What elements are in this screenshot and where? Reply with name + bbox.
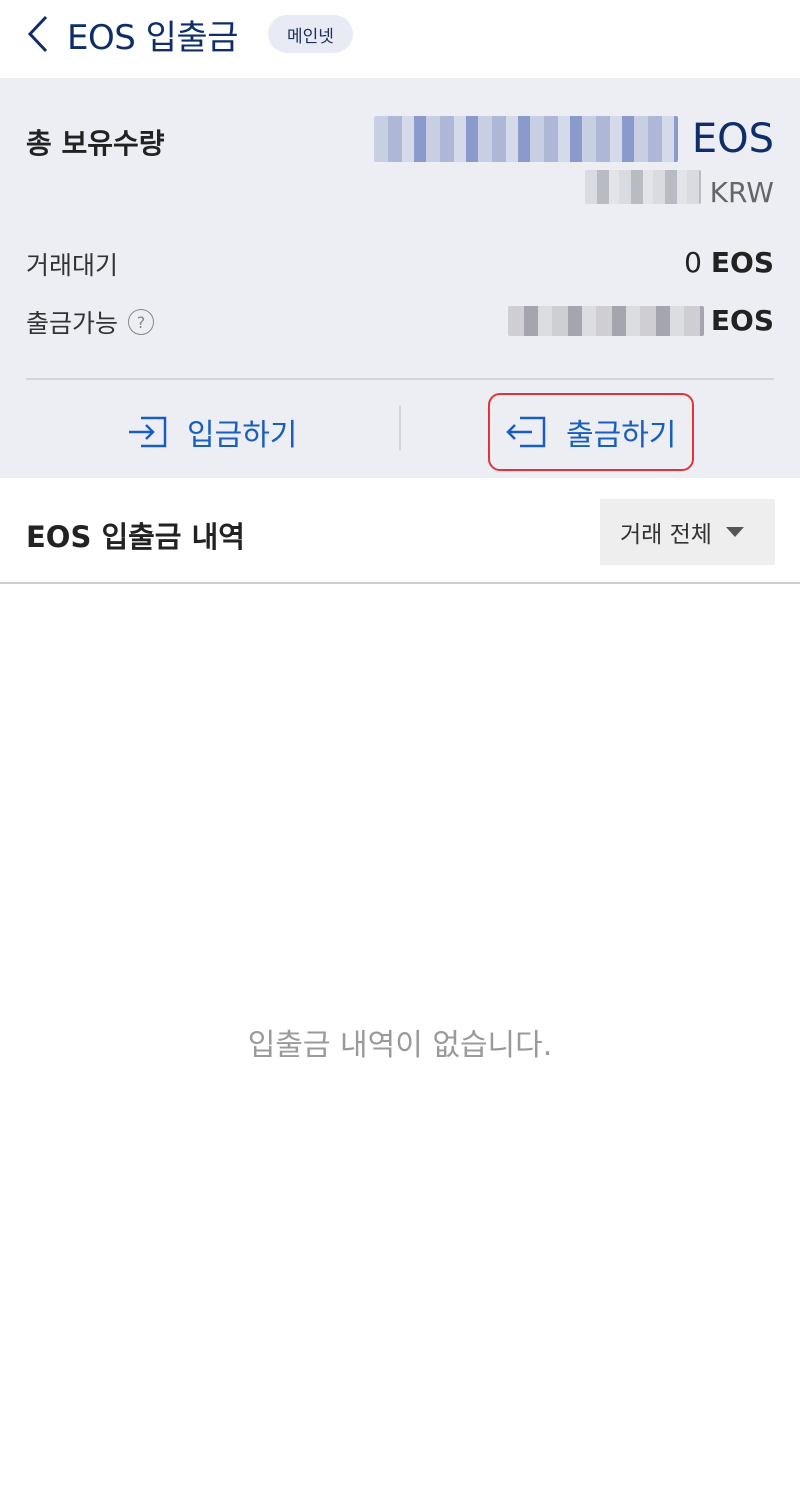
app-header: EOS 입출금 메인넷 xyxy=(0,0,800,78)
transaction-filter-dropdown[interactable]: 거래 전체 xyxy=(600,499,775,565)
pending-amount: 0 xyxy=(684,246,702,279)
chevron-left-icon xyxy=(27,15,48,53)
withdraw-button[interactable]: 출금하기 xyxy=(488,393,694,471)
pending-label: 거래대기 xyxy=(26,251,119,280)
withdraw-label: 출금하기 xyxy=(566,418,677,453)
pending-value: 0 EOS xyxy=(684,246,774,279)
krw-value-redacted xyxy=(585,170,701,204)
available-unit: EOS xyxy=(710,304,774,337)
filter-label: 거래 전체 xyxy=(620,522,712,548)
back-button[interactable] xyxy=(18,12,58,56)
caret-down-icon xyxy=(725,527,744,537)
action-divider xyxy=(399,406,401,450)
available-label: 출금가능 xyxy=(26,309,119,338)
pending-unit: EOS xyxy=(710,246,774,279)
total-balance-unit: EOS xyxy=(691,116,774,162)
balance-summary: 총 보유수량 EOS KRW 거래대기 0 EOS 출금가능 ? EOS 입금하… xyxy=(0,78,800,478)
total-balance-redacted xyxy=(374,116,678,162)
deposit-button[interactable]: 입금하기 xyxy=(127,396,297,468)
help-icon[interactable]: ? xyxy=(128,309,155,335)
withdraw-icon xyxy=(506,416,546,448)
network-badge: 메인넷 xyxy=(268,15,353,53)
deposit-icon xyxy=(129,416,167,448)
summary-divider xyxy=(26,378,774,380)
krw-unit: KRW xyxy=(709,176,774,209)
available-row: 출금가능 ? xyxy=(26,304,155,340)
available-amount-redacted xyxy=(508,306,704,336)
history-header: EOS 입출금 내역 거래 전체 xyxy=(0,478,800,584)
deposit-label: 입금하기 xyxy=(187,418,298,453)
page-title: EOS 입출금 xyxy=(67,18,238,58)
total-balance-label: 총 보유수량 xyxy=(26,127,165,160)
history-title: EOS 입출금 내역 xyxy=(26,520,245,554)
empty-history-message: 입출금 내역이 없습니다. xyxy=(247,1028,553,1063)
